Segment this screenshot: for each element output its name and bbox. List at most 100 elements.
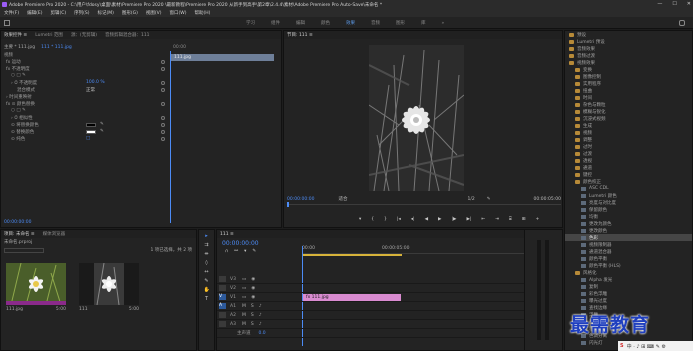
menu-help[interactable]: 帮助(H) [194,10,210,16]
maximize-button[interactable]: ☐ [672,1,676,7]
effect-row[interactable]: fx 运动 [1,58,169,65]
comparison-view-icon[interactable]: ⊞ [522,217,526,222]
effects-list-item[interactable]: 音频效果 [565,45,692,52]
add-marker-icon[interactable]: ▾ [359,217,361,222]
workspace-libraries[interactable]: 库 [421,20,426,26]
effects-list-item[interactable]: 沉浸式视频 [565,115,692,122]
workspace-editing[interactable]: 编辑 [296,20,305,26]
program-monitor-title[interactable]: 节目: 111 ≡ [287,32,313,38]
effects-list-item[interactable]: 彩色浮雕 [565,290,692,297]
track-label[interactable]: A3 [230,322,236,327]
menu-graphics[interactable]: 图形(G) [122,10,138,16]
effects-list-item[interactable]: Lumetri 颜色 [565,192,692,199]
eyedropper-icon[interactable]: ✎ [100,122,104,127]
workspace-effects[interactable]: 效果 [346,20,355,26]
effects-list-item[interactable]: 过时 [565,143,692,150]
home-icon[interactable] [4,20,10,26]
workspace-color[interactable]: 颜色 [321,20,330,26]
opacity-value[interactable]: 100.0 % [86,80,105,85]
effects-list-item[interactable]: 透视 [565,157,692,164]
type-tool-icon[interactable]: T [204,296,210,302]
go-to-in-icon[interactable]: |◂ [397,217,401,222]
close-button[interactable]: ✕ [687,1,691,7]
track-label[interactable]: A1 [230,304,236,309]
menu-file[interactable]: 文件(F) [4,10,19,16]
ec-clip-bar[interactable]: 111.jpg [171,54,274,61]
eye-icon[interactable]: ◉ [251,277,255,282]
selection-tool-icon[interactable]: ▸ [204,233,210,239]
effects-list-item[interactable]: 杂色与颗粒 [565,101,692,108]
effects-list-item[interactable]: 亮度与对比度 [565,199,692,206]
track-label[interactable]: A2 [230,313,236,318]
effects-list-item[interactable]: 时间 [565,94,692,101]
snap-icon[interactable]: ∩ [225,249,228,254]
reset-icon[interactable] [161,136,165,141]
voiceover-icon[interactable]: ♪ [259,304,262,309]
reset-icon[interactable] [161,101,165,106]
voiceover-icon[interactable]: ♪ [259,313,262,318]
solo-button[interactable]: S [251,322,254,327]
timeline-settings-icon[interactable]: ✎ [252,249,256,254]
reset-icon[interactable] [161,129,165,134]
reset-icon[interactable] [161,66,165,71]
effects-list-item[interactable]: 生成 [565,122,692,129]
eye-icon[interactable]: ◉ [251,295,255,300]
eye-icon[interactable]: ◉ [251,286,255,291]
timeline-tab[interactable]: 111 ≡ [220,232,234,237]
wrench-icon[interactable]: ✎ [487,197,491,202]
track-label[interactable]: V3 [230,277,236,282]
ec-footer-timecode[interactable]: 00:00:00:00 [4,220,31,225]
mute-button[interactable]: M [242,313,246,318]
clip-sequence-path[interactable]: 111 * 111.jpg [41,45,72,50]
effects-list-item[interactable]: 扭曲 [565,87,692,94]
slip-tool-icon[interactable]: ↔ [204,269,210,275]
timeline-clip[interactable]: fx 111.jpg [303,293,401,301]
opacity-row[interactable]: › ⏱ 不透明度 100.0 % [1,79,169,86]
track-select-tool-icon[interactable]: ⇉ [204,242,210,248]
menu-edit[interactable]: 编辑(E) [27,10,42,16]
play-icon[interactable]: ▶ [438,217,441,222]
hand-tool-icon[interactable]: ✋ [204,287,210,293]
effects-list-item[interactable]: 调整 [565,136,692,143]
work-area-bar[interactable] [302,254,402,256]
effects-list-item[interactable]: 通道混合器 [565,248,692,255]
effects-list-item[interactable]: 颜色校正 [565,178,692,185]
reset-icon[interactable] [161,87,165,92]
mask-tools[interactable]: ○ □ ✎ [1,72,169,79]
ec-playhead[interactable] [170,51,171,223]
reset-icon[interactable] [161,80,165,85]
step-back-icon[interactable]: ◂| [411,217,415,222]
timeline-ruler[interactable]: 00:00 00:00:05:00 [302,246,558,254]
sogou-icon[interactable]: S [620,343,624,349]
resolution-select[interactable]: 1/2 [467,197,474,202]
step-forward-icon[interactable]: |▶ [452,217,457,222]
effects-list-item[interactable]: 模糊与锐化 [565,108,692,115]
effects-list-item[interactable]: 更改颜色 [565,227,692,234]
effects-list-item[interactable]: 颜色平衡 [565,255,692,262]
effects-list-item[interactable]: Lumetri 预设 [565,38,692,45]
tab-lumetri-scopes[interactable]: Lumetri 范围 [35,32,63,38]
program-scrubber[interactable] [287,204,561,205]
extract-icon[interactable]: ⇥ [495,217,499,222]
effects-list-item[interactable]: 色彩 [565,234,692,241]
rewind-icon[interactable]: ◀ [425,217,428,222]
linked-selection-icon[interactable]: ⚯ [234,249,238,254]
effects-list-item[interactable]: 变换 [565,66,692,73]
menu-marker[interactable]: 标记(M) [98,10,114,16]
tab-effect-controls[interactable]: 效果控件 ≡ [4,32,27,38]
effects-list-item[interactable]: 保留颜色 [565,206,692,213]
button-editor-icon[interactable]: + [536,217,540,222]
add-marker-icon[interactable]: ▾ [244,249,246,254]
effects-list-item[interactable]: 键控 [565,171,692,178]
program-playhead[interactable] [287,202,289,207]
project-search-input[interactable] [4,247,44,253]
similarity-row[interactable]: › ⏱ 相似性 [1,114,169,121]
track-label[interactable]: V2 [230,286,236,291]
tab-source[interactable]: 源：(无剪辑) [71,32,97,38]
program-timecode-left[interactable]: 00:00:00:00 [287,197,314,202]
mask-tools[interactable]: ○ □ ✎ [1,107,169,114]
effect-row[interactable]: fx 不透明度 [1,65,169,72]
effects-list-item[interactable]: 通道 [565,164,692,171]
effects-list-item[interactable]: 复制 [565,283,692,290]
effects-list-item[interactable]: 视频 [565,129,692,136]
